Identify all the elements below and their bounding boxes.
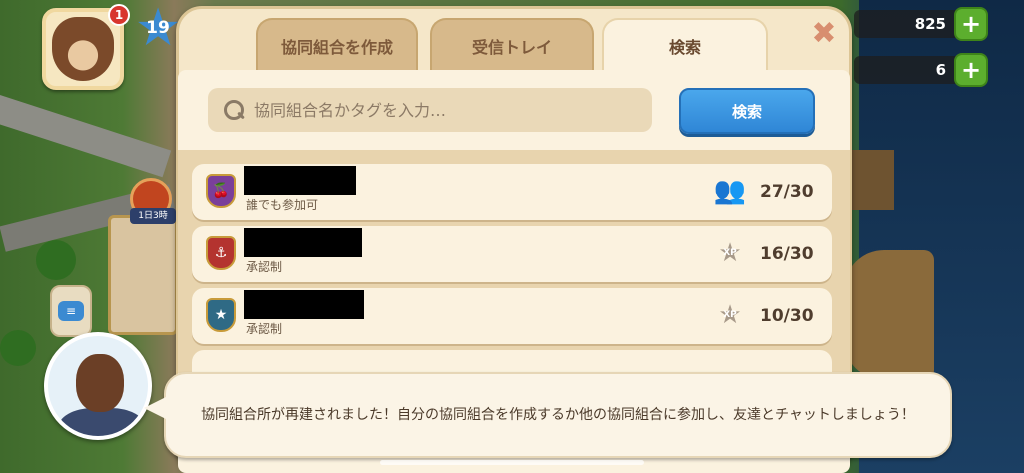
add-gems-button[interactable]: + xyxy=(954,53,988,87)
coop-join-requirement: 承認制 xyxy=(246,322,283,336)
chat-button[interactable]: ≡ xyxy=(50,285,92,337)
tab-inbox[interactable]: 受信トレイ xyxy=(430,18,594,72)
close-icon[interactable]: ✖ xyxy=(810,19,838,49)
xp-star-icon: ★ XP xyxy=(718,238,742,268)
tab-search[interactable]: 検索 xyxy=(602,18,768,72)
add-coins-button[interactable]: + xyxy=(954,7,988,41)
gems-amount: 6 xyxy=(935,61,946,79)
notification-badge: 1 xyxy=(108,4,130,26)
speech-bubble[interactable]: 協同組合所が再建されました！自分の協同組合を作成するか他の協同組合に参加し、友達… xyxy=(144,372,952,458)
road xyxy=(0,95,172,178)
coop-emblem-icon: ⚓ xyxy=(206,236,236,270)
search-button[interactable]: 検索 xyxy=(679,88,815,134)
members-icon: 👥 xyxy=(713,176,747,206)
player-level: 19 xyxy=(146,18,170,38)
character-head xyxy=(76,354,124,412)
coop-list-item[interactable]: 🍒 誰でも参加可 👥 27/30 xyxy=(192,164,832,220)
gems-counter: 6 + xyxy=(854,53,988,87)
event-timer-label: 1日3時 xyxy=(130,208,176,224)
coop-name-redacted xyxy=(244,166,356,195)
search-input[interactable] xyxy=(254,100,644,120)
character-body xyxy=(58,408,146,436)
tree xyxy=(36,240,76,280)
home-indicator[interactable] xyxy=(380,460,644,465)
tab-label: 受信トレイ xyxy=(471,38,552,57)
coop-building xyxy=(108,215,178,335)
level-star-icon[interactable]: 19 xyxy=(135,2,182,54)
tree xyxy=(0,330,36,366)
dog-avatar-icon xyxy=(52,17,114,81)
coop-name-redacted xyxy=(244,228,362,257)
coop-list-item[interactable]: ⚓ 承認制 ★ XP 16/30 xyxy=(192,226,832,282)
coop-member-count: 10/30 xyxy=(760,306,814,326)
coop-join-requirement: 承認制 xyxy=(246,260,283,274)
advisor-character-avatar xyxy=(44,332,152,440)
coins-counter: 825 + xyxy=(854,7,988,41)
coop-emblem-icon: 🍒 xyxy=(206,174,236,208)
search-icon xyxy=(222,98,246,122)
tab-label: 協同組合を作成 xyxy=(280,38,393,57)
tab-create-coop[interactable]: 協同組合を作成 xyxy=(256,18,418,72)
coop-member-count: 27/30 xyxy=(760,182,814,202)
tab-label: 検索 xyxy=(668,38,701,57)
xp-star-icon: ★ XP xyxy=(718,300,742,330)
coop-member-count: 16/30 xyxy=(760,244,814,264)
speech-text: 協同組合所が再建されました！自分の協同組合を作成するか他の協同組合に参加し、友達… xyxy=(201,407,915,423)
coop-list-item[interactable]: ★ 承認制 ★ XP 10/30 xyxy=(192,288,832,344)
coop-emblem-icon: ★ xyxy=(206,298,236,332)
coop-name-redacted xyxy=(244,290,364,319)
coins-amount: 825 xyxy=(914,15,946,33)
chat-icon: ≡ xyxy=(58,301,84,321)
coop-search-field[interactable] xyxy=(208,88,652,132)
dock xyxy=(844,250,934,380)
coop-join-requirement: 誰でも参加可 xyxy=(246,198,319,212)
